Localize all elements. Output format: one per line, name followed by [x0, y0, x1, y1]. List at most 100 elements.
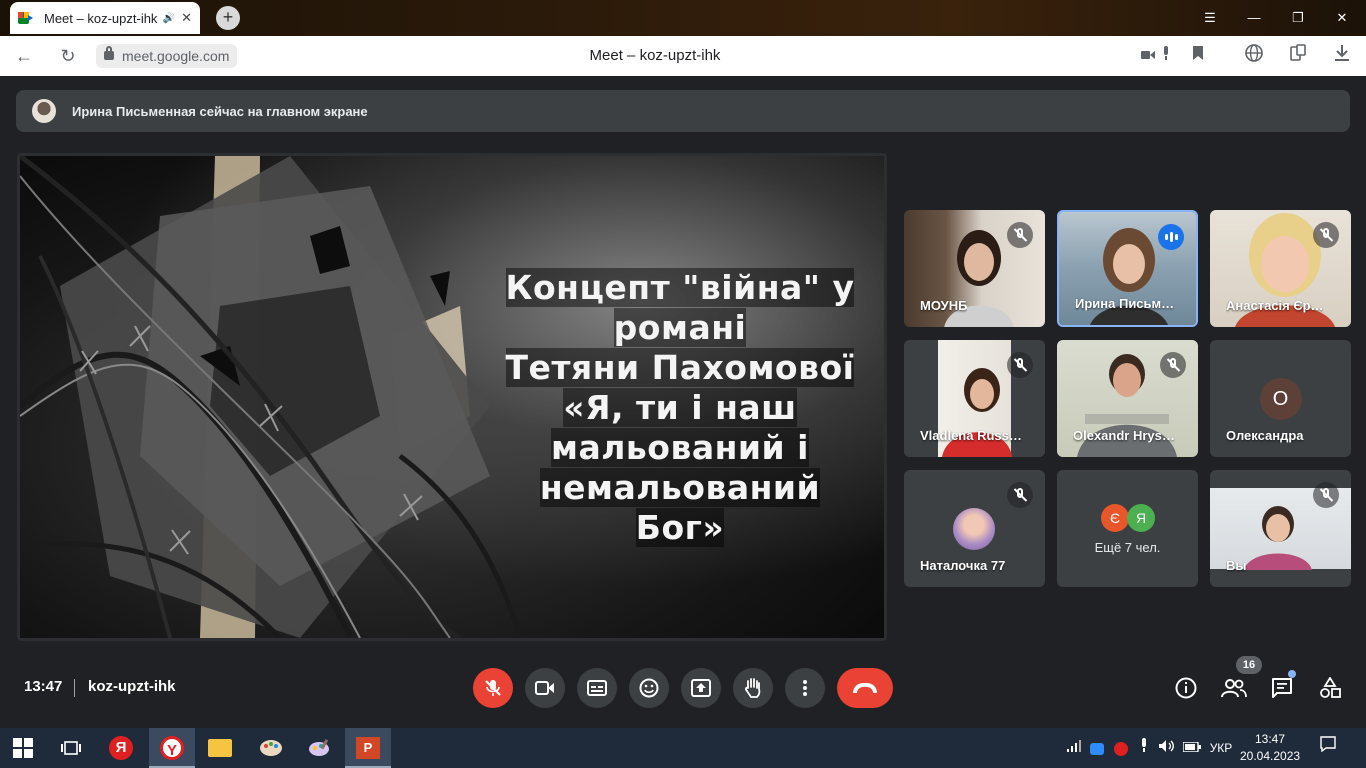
present-icon	[691, 679, 711, 697]
participant-name: МОУНБ	[920, 298, 968, 313]
language-indicator[interactable]: УКР	[1206, 728, 1236, 768]
participant-name: Olexandr Hrys…	[1073, 428, 1175, 443]
participant-name: Анастасія Єр…	[1226, 298, 1324, 313]
present-screen-button[interactable]	[681, 668, 721, 708]
participant-name: Ирина Письм…	[1075, 296, 1175, 311]
participant-tile[interactable]: Анастасія Єр…	[1210, 210, 1351, 327]
muted-mic-icon	[1007, 222, 1033, 248]
presenter-avatar	[32, 99, 56, 123]
participant-tile[interactable]: МОУНБ	[904, 210, 1045, 327]
powerpoint-icon: P	[356, 737, 380, 759]
participant-tile[interactable]: Olexandr Hrys…	[1057, 340, 1198, 457]
leave-call-button[interactable]	[837, 668, 893, 708]
battery-tray-icon[interactable]	[1182, 728, 1202, 768]
people-button[interactable]	[1218, 672, 1250, 704]
back-icon[interactable]: ←	[12, 44, 36, 68]
network-icon[interactable]	[1064, 728, 1084, 768]
new-tab-button[interactable]: +	[216, 6, 240, 30]
volume-tray-icon[interactable]	[1158, 728, 1176, 768]
info-icon	[1175, 677, 1197, 699]
globe-icon[interactable]	[1242, 44, 1266, 68]
captions-icon	[587, 680, 607, 696]
chat-notification-dot	[1288, 670, 1296, 678]
url-field[interactable]: meet.google.com	[96, 44, 238, 68]
raise-hand-button[interactable]	[733, 668, 773, 708]
reactions-button[interactable]	[629, 668, 669, 708]
presenter-banner-text: Ирина Письменная сейчас на главном экран…	[72, 103, 368, 119]
extensions-icon[interactable]	[1286, 44, 1310, 68]
yandex-browser-taskbar-button[interactable]: Y	[149, 728, 195, 768]
camera-icon	[535, 681, 554, 695]
restore-button[interactable]: ❐	[1276, 0, 1320, 36]
participant-tile[interactable]: Наталочка 77	[904, 470, 1045, 587]
people-icon	[1221, 679, 1247, 698]
bookmark-icon[interactable]	[1186, 44, 1210, 68]
wifi-signal-icon	[1067, 740, 1081, 752]
yandex-tray-icon[interactable]	[1112, 728, 1130, 768]
hand-icon	[745, 678, 761, 698]
download-icon[interactable]	[1330, 44, 1354, 68]
activities-icon	[1320, 676, 1341, 698]
google-meet-icon	[18, 12, 34, 24]
paint3d-icon	[309, 739, 329, 756]
participant-avatar: Є	[1101, 504, 1129, 532]
task-view-button[interactable]	[48, 728, 94, 768]
file-explorer-taskbar-button[interactable]	[197, 728, 243, 768]
mic-off-icon	[485, 680, 501, 696]
participant-name: Олександра	[1226, 428, 1304, 443]
windows-logo-icon	[13, 738, 33, 758]
presenter-banner: Ирина Письменная сейчас на главном экран…	[16, 90, 1350, 132]
participant-tile[interactable]: Vladlena Russ…	[904, 340, 1045, 457]
powerpoint-taskbar-button[interactable]: P	[345, 728, 391, 768]
participant-name: Vladlena Russ…	[920, 428, 1022, 443]
microphone-icon	[1142, 738, 1146, 752]
address-bar: ← ↻ meet.google.com Meet – koz-upzt-ihk	[0, 36, 1366, 76]
emoji-icon	[639, 678, 659, 698]
mic-toggle-button[interactable]	[473, 668, 513, 708]
participant-tile[interactable]: Ирина Письм…	[1057, 210, 1198, 327]
meeting-tray-icon[interactable]	[1088, 728, 1106, 768]
meeting-info-button[interactable]	[1170, 672, 1202, 704]
microphone-tray-icon[interactable]	[1136, 728, 1152, 768]
volume-icon	[1159, 740, 1174, 752]
muted-mic-icon	[1007, 352, 1033, 378]
minimize-button[interactable]: —	[1232, 0, 1276, 36]
paint-palette-icon	[260, 740, 282, 756]
more-participants-tile[interactable]: Є Я Ещё 7 чел.	[1057, 470, 1198, 587]
action-center-button[interactable]	[1316, 728, 1340, 768]
captions-button[interactable]	[577, 668, 617, 708]
self-view-tile[interactable]: Вы	[1210, 470, 1351, 587]
participant-silhouette	[1244, 506, 1312, 570]
participant-name: Наталочка 77	[920, 558, 1006, 573]
participant-tile[interactable]: О Олександра	[1210, 340, 1351, 457]
participant-avatar: Я	[1127, 504, 1155, 532]
browser-tab-bar: Meet – koz-upzt-ihk 🔊 ✕ + ☰ — ❐ ✕	[0, 0, 1366, 36]
lock-icon	[104, 46, 114, 60]
paint-taskbar-button[interactable]	[248, 728, 294, 768]
browser-menu-icon[interactable]: ☰	[1188, 0, 1232, 36]
mic-indicator-icon[interactable]	[1154, 44, 1178, 68]
taskbar-date: 20.04.2023	[1240, 749, 1301, 763]
paint3d-taskbar-button[interactable]	[296, 728, 342, 768]
slide-title: Концепт "війна" у романі Тетяни Пахомово…	[490, 268, 870, 548]
yandex-taskbar-button[interactable]: Я	[98, 728, 144, 768]
activities-button[interactable]	[1314, 672, 1346, 704]
muted-mic-icon	[1160, 352, 1186, 378]
taskbar-clock[interactable]: 13:47 20.04.2023	[1240, 731, 1300, 765]
windows-start-button[interactable]	[0, 728, 46, 768]
camera-toggle-button[interactable]	[525, 668, 565, 708]
muted-mic-icon	[1313, 482, 1339, 508]
more-options-button[interactable]	[785, 668, 825, 708]
presentation-stage[interactable]: Концепт "війна" у романі Тетяни Пахомово…	[17, 153, 887, 641]
reload-icon[interactable]: ↻	[56, 44, 80, 68]
tab-close-icon[interactable]: ✕	[181, 10, 192, 26]
notification-icon	[1320, 736, 1336, 753]
url-text: meet.google.com	[122, 48, 230, 64]
participant-name: Вы	[1226, 558, 1247, 573]
close-window-button[interactable]: ✕	[1320, 0, 1364, 36]
speaking-indicator-icon	[1158, 224, 1184, 250]
yandex-browser-icon: Y	[160, 736, 184, 760]
page-title: Meet – koz-upzt-ihk	[589, 47, 721, 64]
speaker-icon[interactable]: 🔊	[163, 13, 175, 24]
browser-tab[interactable]: Meet – koz-upzt-ihk 🔊 ✕	[10, 2, 200, 34]
